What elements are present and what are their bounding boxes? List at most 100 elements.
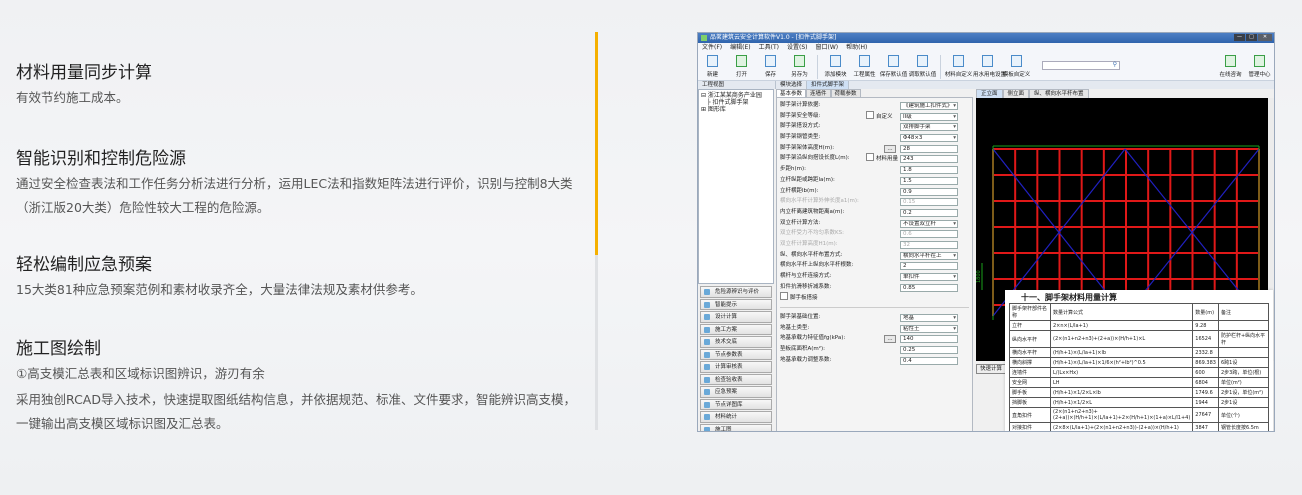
dropdown[interactable]: 横向水平杆在上	[900, 251, 958, 260]
table-cell: 869.383	[1192, 357, 1219, 368]
toolbar-button[interactable]: 另存为	[785, 53, 814, 78]
form-tab[interactable]: 荷载参数	[830, 89, 861, 97]
table-cell: LH	[1049, 377, 1194, 388]
module-button[interactable]: 技术交底	[700, 336, 772, 348]
feature-title: 智能识别和控制危险源	[16, 149, 186, 169]
module-button[interactable]: 施工图	[700, 423, 772, 431]
table-cell: 挡脚板	[1009, 397, 1051, 408]
field-label: 双立杆受力不均匀系数KS:	[780, 230, 844, 237]
field-label: 脚手架计算依据:	[780, 102, 821, 108]
dropdown[interactable]: 单扣件	[900, 273, 958, 281]
tree-node[interactable]: ⊟ 浙江某某商务产业园	[701, 92, 771, 99]
toolbar-button[interactable]: 打开	[727, 53, 756, 78]
toolbar-button[interactable]: 保存	[756, 53, 785, 78]
toolbar-icon	[707, 55, 718, 67]
module-button[interactable]: 节点详图库	[700, 398, 772, 410]
panel-tab[interactable]: 模块选择	[776, 81, 808, 89]
browse-button[interactable]: ...	[884, 335, 896, 344]
minimize-button[interactable]: —	[1234, 34, 1245, 41]
close-button[interactable]: ✕	[1258, 34, 1272, 41]
form-row: 纵、横向水平杆布置方式: 横向水平杆在上	[780, 250, 969, 261]
text-input[interactable]: 0.85	[900, 283, 958, 292]
feature-block: 材料用量同步计算 有效节约施工成本。	[16, 62, 576, 110]
browse-button[interactable]: ...	[884, 144, 896, 153]
text-input[interactable]: 140	[900, 335, 958, 344]
module-button[interactable]: 计算审核表	[700, 361, 772, 373]
tree-node[interactable]: ├ 扣件式脚手架	[701, 99, 771, 106]
text-input[interactable]: 243	[900, 155, 958, 164]
toolbar-button[interactable]: 用水用电设置	[973, 53, 1006, 78]
search-input[interactable]: ⚲	[1042, 61, 1120, 70]
panel-tab[interactable]: 扣件式脚手架	[807, 81, 850, 89]
menu-bar: 文件(F) 编辑(E) 工具(T) 设置(S) 窗口(W) 帮助(H)	[698, 43, 1274, 53]
module-button[interactable]: 节点参数表	[700, 348, 772, 360]
table-cell: 1944	[1192, 397, 1219, 408]
text-input[interactable]: 32	[900, 240, 958, 249]
text-input[interactable]: 0.6	[900, 230, 958, 239]
text-input[interactable]: 28	[900, 144, 958, 153]
toolbar-button[interactable]: 新建	[698, 53, 727, 78]
text-input[interactable]: 0.25	[900, 346, 958, 355]
dropdown[interactable]: 双排脚手架	[900, 123, 958, 132]
checkbox[interactable]: 脚手板搭接	[780, 292, 818, 304]
form-tab[interactable]: 连墙件	[806, 89, 831, 97]
menu-item[interactable]: 帮助(H)	[846, 43, 867, 53]
menu-item[interactable]: 设置(S)	[787, 43, 808, 53]
tree-node[interactable]: ⊞ 图形库	[701, 106, 771, 113]
module-button[interactable]: 应急预案	[700, 386, 772, 398]
text-input[interactable]: 2	[900, 262, 958, 271]
table-cell: 2步1设，单位(m²)	[1217, 387, 1270, 398]
field-label: 脚手架架体高度H(m):	[780, 144, 835, 151]
toolbar-button[interactable]: 在线咨询	[1216, 53, 1245, 78]
dropdown[interactable]: 地基	[900, 314, 958, 323]
dropdown[interactable]: 不设置双立杆	[900, 219, 958, 228]
menu-item[interactable]: 文件(F)	[702, 43, 722, 53]
toolbar-button[interactable]: 保存默认值	[879, 53, 908, 78]
toolbar-button[interactable]: 调取默认值	[908, 53, 937, 78]
field-label: 双立杆计算方法:	[780, 219, 821, 226]
text-input[interactable]: 0.15	[900, 198, 958, 207]
module-button[interactable]: 材料统计	[700, 411, 772, 423]
toolbar-icon	[794, 55, 805, 67]
toolbar-button[interactable]: 管理中心	[1245, 53, 1274, 78]
menu-item[interactable]: 编辑(E)	[730, 43, 750, 53]
module-button[interactable]: 危险源辨识与评价	[700, 286, 772, 298]
module-button[interactable]: 检查验收表	[700, 373, 772, 385]
menu-item[interactable]: 窗口(W)	[815, 43, 838, 53]
text-input[interactable]: 1.5	[900, 176, 958, 185]
toolbar-icon	[953, 55, 964, 67]
toolbar-button[interactable]: 添加模块	[821, 53, 850, 78]
text-input[interactable]: 0.2	[900, 208, 958, 217]
panel-tab[interactable]: 工程视图	[698, 81, 776, 89]
module-button[interactable]: 智能提示	[700, 298, 772, 310]
form-row: 地基土类型: 粘性土	[780, 323, 969, 334]
toolbar-button[interactable]: 材料自定义	[944, 53, 973, 78]
menu-item[interactable]: 工具(T)	[759, 43, 779, 53]
dropdown[interactable]: 粘性土	[900, 324, 958, 333]
parameter-form: 基本参数连墙件荷载参数 脚手架计算依据: 《建筑施工扣件式》脚手架安全等级:自定义…	[776, 89, 973, 431]
toolbar-button[interactable]: 工程属性	[850, 53, 879, 78]
form-tab[interactable]: 基本参数	[776, 89, 807, 97]
module-button[interactable]: 设计计算	[700, 311, 772, 323]
toolbar-button[interactable]: 模板自定义	[1002, 53, 1031, 78]
table-row: 对接扣件 (2×8×(L/la+1)+(2×(n1+n2+n3))-(2+a))×…	[1009, 422, 1270, 431]
field-label: 地基土类型:	[780, 324, 810, 331]
dropdown[interactable]: 《建筑施工扣件式》	[900, 102, 958, 110]
table-cell: 16524	[1192, 330, 1219, 348]
dropdown[interactable]: II级	[900, 112, 958, 121]
feature-description: 15大类81种应急预案范例和素材收录齐全，大量法律法规及素材供参考。	[16, 282, 423, 297]
module-button[interactable]: 施工方案	[700, 323, 772, 335]
text-input[interactable]: 1.8	[900, 166, 958, 175]
toolbar-label: 添加模块	[824, 72, 847, 78]
form-row: 横向水平杆上纵向水平杆根数: 2	[780, 260, 969, 271]
toolbar-label: 材料自定义	[944, 72, 973, 78]
toolbar-separator	[817, 55, 818, 79]
field-label: 脚手架安全等级:	[780, 112, 821, 119]
text-input[interactable]: 0.9	[900, 187, 958, 196]
text-input[interactable]: 0.4	[900, 356, 958, 365]
form-row: 脚手架计算依据: 《建筑施工扣件式》	[780, 100, 969, 111]
dropdown[interactable]: Φ48×3	[900, 134, 958, 143]
maximize-button[interactable]: □	[1246, 34, 1257, 41]
table-cell: (H/h+1)×(L/la+1)×lb	[1049, 347, 1194, 358]
quick-calc-button[interactable]: 快速计算	[976, 364, 1007, 374]
